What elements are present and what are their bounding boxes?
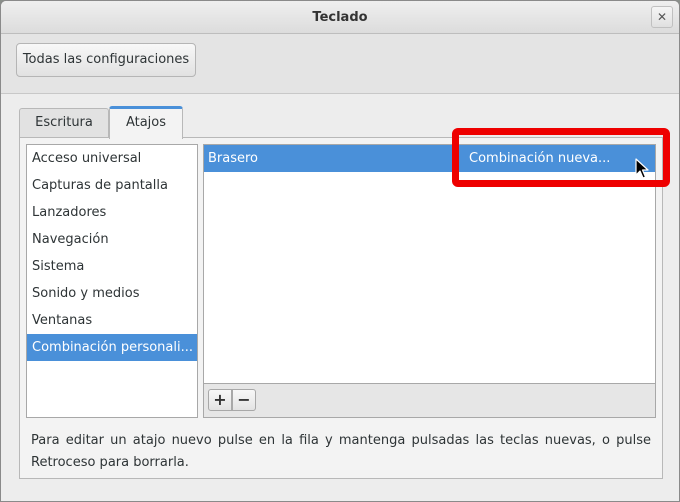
mouse-pointer-icon (635, 158, 649, 179)
plus-icon: + (213, 390, 227, 409)
header-toolbar: Todas las configuraciones (1, 34, 679, 94)
all-settings-button[interactable]: Todas las configuraciones (16, 43, 196, 77)
category-item-sonido[interactable]: Sonido y medios (27, 280, 197, 307)
category-item-ventanas[interactable]: Ventanas (27, 307, 197, 334)
minus-icon: − (237, 390, 251, 409)
close-button[interactable]: ✕ (651, 6, 673, 28)
category-item-sistema[interactable]: Sistema (27, 253, 197, 280)
shortcut-list-toolbar: + − (203, 384, 656, 418)
tab-escritura[interactable]: Escritura (19, 108, 109, 138)
category-item-acceso-universal[interactable]: Acceso universal (27, 145, 197, 172)
title-bar: Teclado ✕ (1, 1, 679, 34)
shortcut-name: Brasero (208, 151, 259, 166)
add-shortcut-button[interactable]: + (208, 389, 232, 411)
keyboard-settings-window: Teclado ✕ Todas las configuraciones Escr… (0, 0, 680, 502)
window-title: Teclado (312, 10, 368, 25)
category-item-navegacion[interactable]: Navegación (27, 226, 197, 253)
remove-shortcut-button[interactable]: − (232, 389, 256, 411)
shortcut-category-list: Acceso universal Capturas de pantalla La… (26, 144, 198, 418)
help-text: Para editar un atajo nuevo pulse en la f… (31, 433, 651, 470)
category-item-lanzadores[interactable]: Lanzadores (27, 199, 197, 226)
tab-atajos[interactable]: Atajos (109, 106, 183, 139)
close-icon: ✕ (656, 10, 668, 24)
category-item-personalizada[interactable]: Combinación personali... (27, 334, 197, 361)
category-item-capturas[interactable]: Capturas de pantalla (27, 172, 197, 199)
shortcuts-panel: Acceso universal Capturas de pantalla La… (19, 137, 663, 479)
